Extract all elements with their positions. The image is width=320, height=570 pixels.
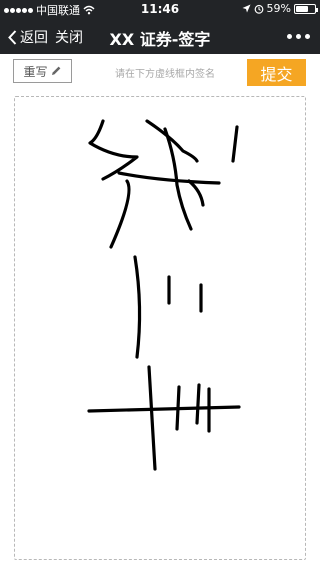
- nav-bar: 返回 关闭 XX 证券-签字: [0, 18, 320, 54]
- close-button[interactable]: 关闭: [55, 27, 83, 47]
- alarm-icon: [254, 4, 263, 14]
- status-bar: 中国联通 11:46 59%: [0, 0, 320, 18]
- page-title: XX 证券-签字: [109, 30, 211, 49]
- submit-button[interactable]: 提交: [247, 59, 306, 86]
- pencil-icon: [51, 66, 60, 75]
- battery-icon: [294, 3, 318, 14]
- battery-level: [296, 5, 308, 12]
- chevron-left-icon: [8, 29, 17, 45]
- battery-percent: 59%: [266, 2, 291, 15]
- signature-canvas[interactable]: [14, 96, 306, 560]
- rewrite-button[interactable]: 重写: [13, 59, 72, 83]
- back-button[interactable]: 返回: [8, 27, 48, 47]
- status-right: 59%: [242, 2, 318, 15]
- signature-strokes: [87, 119, 241, 471]
- signature-hint: 请在下方虚线框内签名: [115, 69, 215, 80]
- back-label: 返回: [20, 30, 48, 46]
- more-dots-icon[interactable]: [287, 34, 310, 39]
- rewrite-label: 重写: [23, 64, 48, 79]
- signature-toolbar: 重写 请在下方虚线框内签名 提交: [0, 54, 320, 90]
- location-arrow-icon: [242, 4, 251, 13]
